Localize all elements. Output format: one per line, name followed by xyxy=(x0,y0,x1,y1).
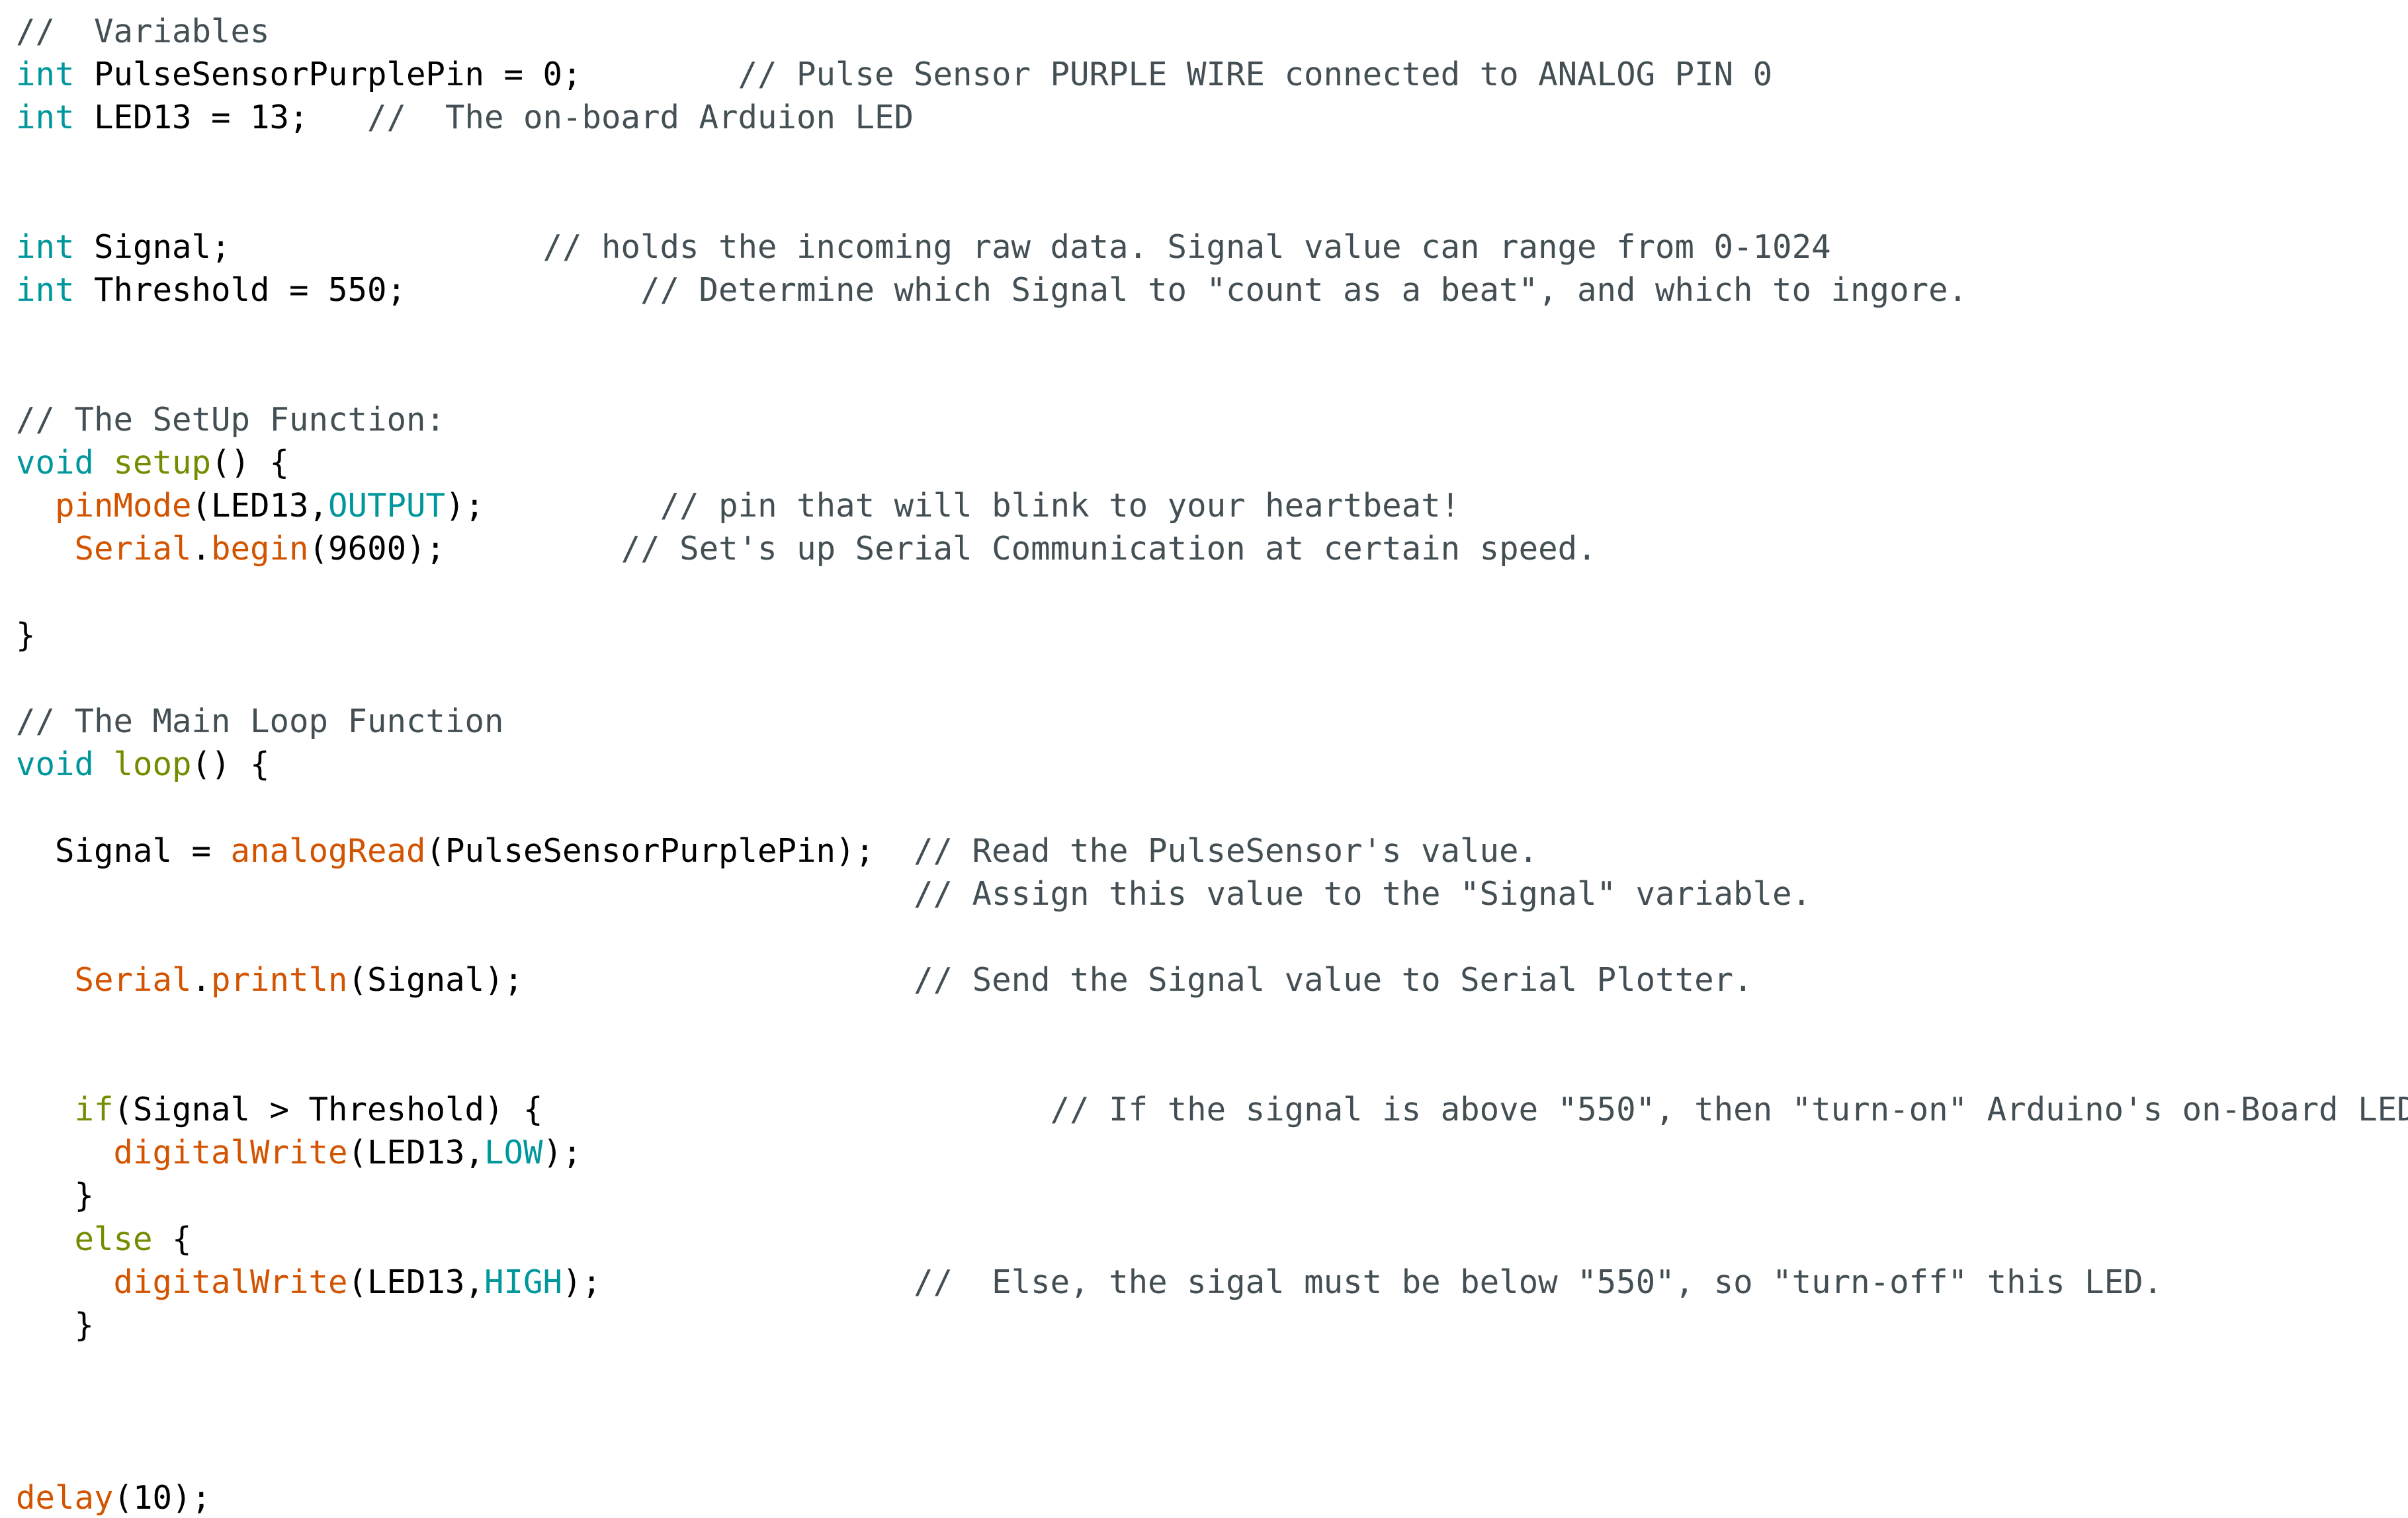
code-constant: HIGH xyxy=(484,1263,563,1301)
code-function-call: println xyxy=(211,961,348,999)
code-line: int Threshold = 550; // Determine which … xyxy=(16,271,1967,310)
code-keyword: int xyxy=(16,56,75,94)
code-text: . xyxy=(191,530,212,568)
code-text: } xyxy=(16,1306,95,1344)
code-line: void setup() { xyxy=(16,443,289,483)
code-line: delay(10); xyxy=(16,1478,211,1518)
code-comment: // Variables xyxy=(16,13,270,50)
code-text: (LED13, xyxy=(191,487,329,525)
code-function-call: Serial xyxy=(74,530,192,568)
code-text: ); xyxy=(562,1263,914,1301)
code-text: (Signal); xyxy=(347,961,914,999)
code-line: Serial.begin(9600); // Set's up Serial C… xyxy=(16,529,1597,569)
code-keyword: void xyxy=(16,444,95,482)
code-function-call: delay xyxy=(16,1478,114,1517)
code-line: } xyxy=(16,616,36,655)
code-comment: // Set's up Serial Communication at cert… xyxy=(621,530,1597,568)
code-function-call: Serial xyxy=(74,961,192,999)
code-line: if(Signal > Threshold) { // If the signa… xyxy=(16,1090,2408,1130)
code-line: Signal = analogRead(PulseSensorPurplePin… xyxy=(16,831,1538,871)
code-line: int LED13 = 13; // The on-board Arduion … xyxy=(16,98,914,138)
code-line: // Assign this value to the "Signal" var… xyxy=(16,874,1811,914)
code-keyword: int xyxy=(16,228,75,266)
code-keyword: int xyxy=(16,271,75,310)
code-keyword: int xyxy=(16,99,75,137)
code-text: LED13 = 13; xyxy=(74,99,368,137)
code-text: (10); xyxy=(113,1478,212,1517)
code-text: { xyxy=(152,1220,192,1258)
code-comment: // If the signal is above "550", then "t… xyxy=(1050,1091,2408,1128)
code-text: } xyxy=(16,1177,95,1215)
code-text: . xyxy=(191,961,212,999)
code-line: digitalWrite(LED13,LOW); xyxy=(16,1133,582,1173)
code-text: () { xyxy=(211,444,290,482)
code-text: (LED13, xyxy=(347,1134,485,1172)
code-line: digitalWrite(LED13,HIGH); // Else, the s… xyxy=(16,1263,2163,1302)
code-text: () { xyxy=(191,745,270,784)
code-text: Signal = xyxy=(16,831,231,870)
code-keyword: if xyxy=(74,1091,114,1128)
code-line: void loop() { xyxy=(16,745,270,784)
code-text: } xyxy=(16,616,36,654)
code-line: // The SetUp Function: xyxy=(16,400,445,440)
code-comment: // Assign this value to the "Signal" var… xyxy=(914,875,1812,913)
code-text: ); xyxy=(542,1134,582,1172)
code-comment: // The on-board Arduion LED xyxy=(367,99,914,137)
code-function-call: digitalWrite xyxy=(113,1134,348,1172)
code-editor[interactable]: // Variables int PulseSensorPurplePin = 0… xyxy=(0,0,2408,1517)
code-comment: // Pulse Sensor PURPLE WIRE connected to… xyxy=(738,56,1773,94)
code-line: else { xyxy=(16,1220,192,1259)
code-constant: OUTPUT xyxy=(328,487,446,525)
code-keyword: void xyxy=(16,745,95,784)
code-function-call: digitalWrite xyxy=(113,1263,348,1301)
code-line: pinMode(LED13,OUTPUT); // pin that will … xyxy=(16,486,1460,526)
code-constant: LOW xyxy=(484,1134,543,1172)
code-comment: // Send the Signal value to Serial Plott… xyxy=(914,961,1753,999)
code-text: PulseSensorPurplePin = 0; xyxy=(74,56,738,94)
code-line: int PulseSensorPurplePin = 0; // Pulse S… xyxy=(16,55,1772,95)
code-text: ); xyxy=(445,487,660,525)
code-comment: // The SetUp Function: xyxy=(16,400,446,439)
code-function-call: pinMode xyxy=(55,487,192,525)
code-text: (Signal > Threshold) { xyxy=(113,1091,1051,1128)
code-line: int Signal; // holds the incoming raw da… xyxy=(16,228,1831,267)
code-comment: // pin that will blink to your heartbeat… xyxy=(660,487,1461,525)
code-comment: // holds the incoming raw data. Signal v… xyxy=(542,228,1831,266)
code-line: } xyxy=(16,1176,95,1216)
code-comment: // Else, the sigal must be below "550", … xyxy=(914,1263,2163,1301)
code-text: (LED13, xyxy=(347,1263,485,1301)
code-keyword: loop xyxy=(113,745,192,784)
code-function-call: begin xyxy=(211,530,309,568)
code-text: (PulseSensorPurplePin); xyxy=(425,831,914,870)
code-text: Signal; xyxy=(74,228,543,266)
code-comment: // Determine which Signal to "count as a… xyxy=(640,271,1968,310)
code-keyword: else xyxy=(74,1220,153,1258)
code-line: Serial.println(Signal); // Send the Sign… xyxy=(16,960,1753,1000)
code-comment: // Read the PulseSensor's value. xyxy=(914,831,1539,870)
code-comment: // The Main Loop Function xyxy=(16,702,504,741)
code-keyword: setup xyxy=(113,444,212,482)
code-text: Threshold = 550; xyxy=(74,271,641,310)
code-line: // Variables xyxy=(16,12,270,52)
code-line: } xyxy=(16,1306,95,1345)
code-line: // The Main Loop Function xyxy=(16,702,504,741)
code-text: (9600); xyxy=(308,530,621,568)
code-function-call: analogRead xyxy=(230,831,426,870)
